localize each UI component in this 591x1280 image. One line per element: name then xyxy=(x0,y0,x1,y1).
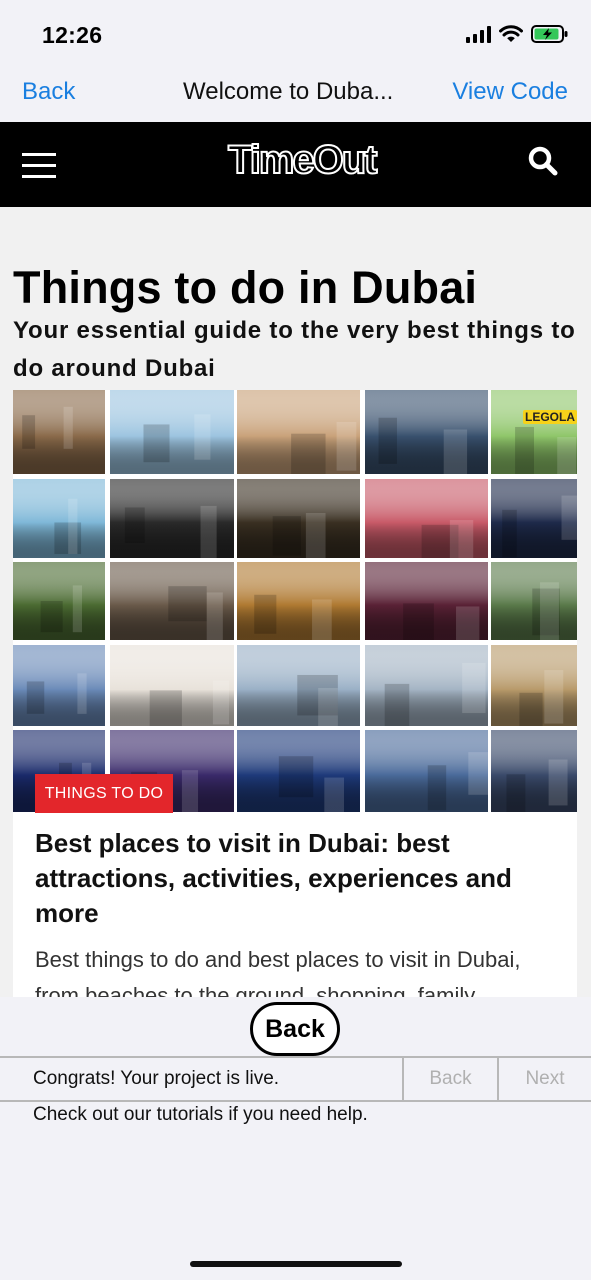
photo-tile: LEGOLA xyxy=(491,390,577,474)
tutorial-back-button[interactable]: Back xyxy=(402,1058,497,1100)
photo-tile xyxy=(110,390,234,474)
photo-tile xyxy=(365,645,488,726)
legoland-sign: LEGOLA xyxy=(523,410,577,424)
photo-mosaic[interactable]: LEGOLA xyxy=(13,390,577,812)
nav-back-button[interactable]: Back xyxy=(22,78,75,106)
photo-tile xyxy=(110,562,234,640)
phone-screen: 12:26 Back Welcome to Duba... View Code xyxy=(0,0,591,1280)
article-description: Best things to do and best places to vis… xyxy=(35,947,521,997)
photo-tile xyxy=(491,645,577,726)
photo-tile xyxy=(237,390,360,474)
view-code-button[interactable]: View Code xyxy=(452,78,568,106)
site-header: TimeOut xyxy=(0,122,591,207)
live-message: Congrats! Your project is live. xyxy=(33,1068,280,1089)
bottom-panel: Back Congrats! Your project is live. Bac… xyxy=(0,997,591,1280)
help-message: Check out our tutorials if you need help… xyxy=(33,1104,368,1125)
live-status-bar: Congrats! Your project is live. Back Nex… xyxy=(0,1056,591,1102)
category-badge[interactable]: THINGS TO DO xyxy=(35,774,173,813)
photo-tile xyxy=(365,390,488,474)
article-title[interactable]: Best places to visit in Dubai: best attr… xyxy=(35,826,565,931)
page-title: Things to do in Dubai xyxy=(13,262,478,313)
photo-tile xyxy=(13,562,105,640)
photo-tile xyxy=(237,730,360,812)
search-icon[interactable] xyxy=(526,144,560,178)
photo-tile xyxy=(365,479,488,558)
photo-tile xyxy=(491,730,577,812)
photo-tile xyxy=(237,479,360,558)
photo-tile xyxy=(365,730,488,812)
photo-tile xyxy=(110,645,234,726)
photo-tile xyxy=(237,562,360,640)
photo-tile xyxy=(491,479,577,558)
nav-title: Welcome to Duba... xyxy=(183,78,394,105)
tutorial-next-button[interactable]: Next xyxy=(497,1058,591,1100)
photo-tile xyxy=(13,479,105,558)
web-view[interactable]: TimeOut Things to do in Dubai Your essen… xyxy=(0,122,591,997)
photo-tile xyxy=(110,479,234,558)
cellular-signal-icon xyxy=(466,25,491,43)
back-pill-button[interactable]: Back xyxy=(250,1002,340,1056)
status-bar: 12:26 xyxy=(0,0,591,66)
photo-tile xyxy=(491,562,577,640)
photo-tile xyxy=(13,390,105,474)
navigation-bar: Back Welcome to Duba... View Code xyxy=(0,66,591,122)
page-subtitle: Your essential guide to the very best th… xyxy=(13,317,576,382)
timeout-logo[interactable]: TimeOut xyxy=(227,137,379,183)
hamburger-icon[interactable] xyxy=(22,153,56,179)
photo-tile xyxy=(13,645,105,726)
status-icons xyxy=(466,24,569,44)
photo-tile xyxy=(365,562,488,640)
home-indicator[interactable] xyxy=(190,1261,402,1267)
battery-charging-icon xyxy=(531,25,568,43)
wifi-icon xyxy=(499,25,523,42)
photo-tile xyxy=(237,645,360,726)
article-card[interactable]: Best places to visit in Dubai: best attr… xyxy=(13,812,577,997)
status-time: 12:26 xyxy=(42,22,103,48)
